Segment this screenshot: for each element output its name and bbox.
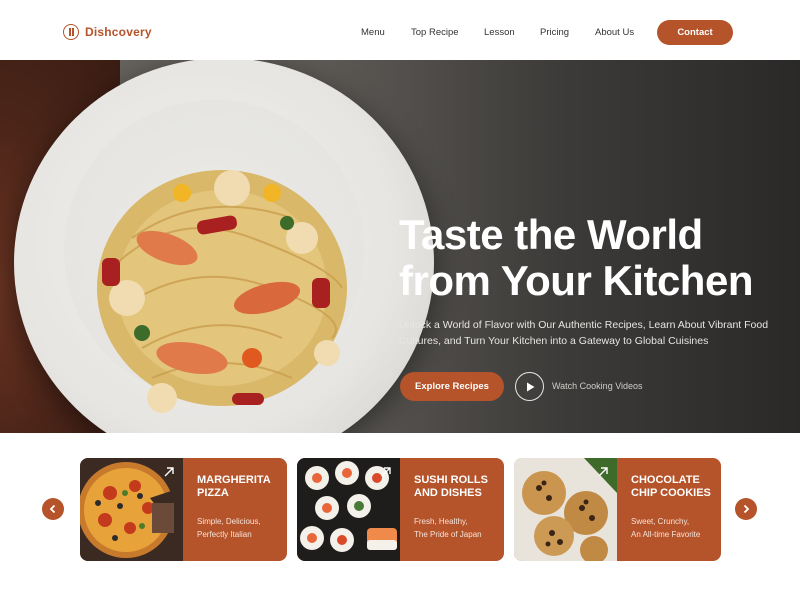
- recipe-card-cookies[interactable]: CHOCOLATE CHIP COOKIES Sweet, Crunchy, A…: [514, 458, 721, 561]
- chevron-right-icon: [743, 504, 750, 514]
- seafood-pasta-image: [97, 170, 347, 413]
- nav-link-menu[interactable]: Menu: [361, 27, 385, 38]
- nav-link-top-recipe[interactable]: Top Recipe: [411, 27, 459, 38]
- card-description: Sweet, Crunchy, An All-time Favorite: [631, 515, 719, 541]
- card-title: CHOCOLATE CHIP COOKIES: [631, 474, 711, 499]
- carousel-prev-button[interactable]: [42, 498, 64, 520]
- hero-section: Taste the World from Your Kitchen Unlock…: [0, 60, 800, 433]
- nav-link-lesson[interactable]: Lesson: [484, 27, 515, 38]
- chevron-left-icon: [49, 504, 56, 514]
- hero-title: Taste the World from Your Kitchen: [399, 212, 779, 304]
- card-description-line-1: Sweet, Crunchy,: [631, 517, 690, 526]
- recipe-card-sushi[interactable]: SUSHI ROLLS AND DISHES Fresh, Healthy, T…: [297, 458, 504, 561]
- recipe-carousel: MARGHERITA PIZZA Simple, Delicious, Perf…: [0, 433, 800, 600]
- hero-title-line-1: Taste the World: [399, 211, 703, 258]
- carousel-next-button[interactable]: [735, 498, 757, 520]
- hero-title-line-2: from Your Kitchen: [399, 257, 753, 304]
- nav-link-about-us[interactable]: About Us: [595, 27, 634, 38]
- nav-link-pricing[interactable]: Pricing: [540, 27, 569, 38]
- card-title: MARGHERITA PIZZA: [197, 474, 271, 499]
- card-title: SUSHI ROLLS AND DISHES: [414, 474, 488, 499]
- watch-cooking-videos-link[interactable]: Watch Cooking Videos: [552, 381, 643, 391]
- arrow-up-right-icon: [164, 467, 174, 477]
- recipe-card-pizza[interactable]: MARGHERITA PIZZA Simple, Delicious, Perf…: [80, 458, 287, 561]
- card-description-line-1: Fresh, Healthy,: [414, 517, 468, 526]
- top-navbar: Dishcovery Menu Top Recipe Lesson Pricin…: [0, 0, 800, 60]
- card-description: Simple, Delicious, Perfectly Italian: [197, 515, 285, 541]
- hero-subtitle: Unlock a World of Flavor with Our Authen…: [399, 319, 769, 347]
- card-description-line-2: An All-time Favorite: [631, 530, 701, 539]
- play-icon: [526, 382, 534, 391]
- explore-recipes-button[interactable]: Explore Recipes: [400, 372, 504, 401]
- arrow-up-right-icon: [381, 467, 391, 477]
- card-description-line-1: Simple, Delicious,: [197, 517, 261, 526]
- card-description-line-2: The Pride of Japan: [414, 530, 482, 539]
- card-description-line-2: Perfectly Italian: [197, 530, 252, 539]
- play-video-button[interactable]: [515, 372, 544, 401]
- contact-button[interactable]: Contact: [657, 20, 733, 45]
- card-description: Fresh, Healthy, The Pride of Japan: [414, 515, 502, 541]
- arrow-up-right-icon: [598, 467, 608, 477]
